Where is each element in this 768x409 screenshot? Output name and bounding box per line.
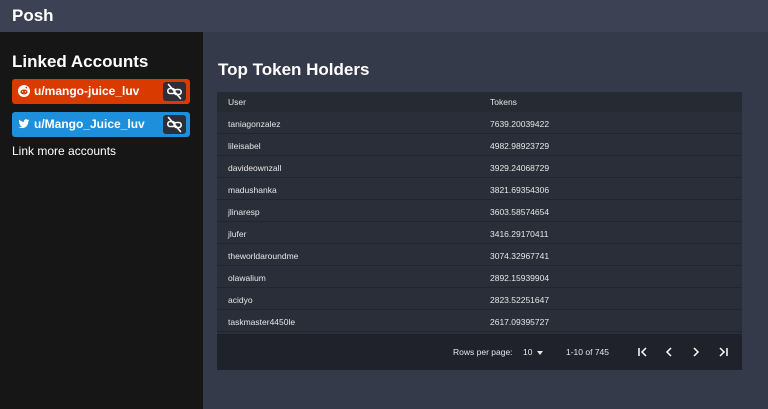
sidebar: Linked Accounts u/mango-juice_luv u/Mang… [0, 32, 203, 409]
unlink-icon [166, 83, 182, 100]
unlink-twitter-button[interactable] [163, 115, 186, 134]
next-page-icon [693, 347, 700, 357]
rows-per-page-select[interactable]: 10 [523, 345, 549, 359]
tokens-cell: 3603.58574654 [490, 207, 550, 217]
last-page-button[interactable] [715, 344, 731, 360]
table-row: davideownzall 3929.24068729 [217, 156, 742, 178]
app-title[interactable]: Posh [12, 6, 54, 26]
linked-accounts-heading: Linked Accounts [12, 52, 149, 71]
table-pagination: Rows per page: 10 1-10 of 745 [217, 334, 742, 370]
caret-down-icon [537, 351, 543, 355]
column-header-user[interactable]: User [228, 97, 246, 107]
user-cell: lileisabel [228, 141, 261, 151]
reddit-icon [18, 85, 30, 97]
user-cell: taskmaster4450le [228, 317, 296, 327]
user-cell: davideownzall [228, 163, 282, 173]
reddit-account-name: u/mango-juice_luv [34, 84, 140, 98]
rows-per-page-label: Rows per page: [453, 347, 513, 357]
tokens-cell: 2892.15939904 [490, 273, 550, 283]
first-page-button[interactable] [635, 344, 651, 360]
table-row: acidyo 2823.52251647 [217, 288, 742, 310]
twitter-account-name: u/Mango_Juice_luv [34, 117, 145, 131]
tokens-cell: 3074.32967741 [490, 251, 550, 261]
tokens-cell: 4982.98923729 [490, 141, 550, 151]
tokens-cell: 3416.29170411 [490, 229, 549, 239]
user-cell: jlufer [228, 229, 247, 239]
twitter-icon [18, 119, 30, 129]
user-cell: acidyo [228, 295, 253, 305]
table-row: taskmaster4450le 2617.09395727 [217, 310, 742, 332]
user-cell: olawalium [228, 273, 266, 283]
table-body: taniagonzalez 7639.20039422 lileisabel 498… [217, 112, 742, 332]
rows-per-page-value: 10 [523, 347, 533, 357]
tokens-cell: 3929.24068729 [490, 163, 550, 173]
column-header-tokens[interactable]: Tokens [490, 97, 517, 107]
tokens-cell: 7639.20039422 [490, 119, 550, 129]
table-row: jlufer 3416.29170411 [217, 222, 742, 244]
tokens-cell: 3821.69354306 [490, 185, 550, 195]
top-bar: Posh [0, 0, 768, 32]
table-row: taniagonzalez 7639.20039422 [217, 112, 742, 134]
link-more-accounts-link[interactable]: Link more accounts [12, 144, 116, 158]
table-header: User Tokens [217, 92, 742, 112]
tokens-cell: 2617.09395727 [490, 317, 550, 327]
last-page-icon [719, 347, 728, 357]
table-row: madushanka 3821.69354306 [217, 178, 742, 200]
user-cell: theworldaroundme [228, 251, 299, 261]
twitter-account-chip: u/Mango_Juice_luv [12, 112, 190, 137]
table-row: jlinaresp 3603.58574654 [217, 200, 742, 222]
first-page-icon [638, 347, 647, 357]
reddit-account-chip: u/mango-juice_luv [12, 79, 190, 104]
table-row: olawalium 2892.15939904 [217, 266, 742, 288]
user-cell: madushanka [228, 185, 277, 195]
user-cell: jlinaresp [228, 207, 260, 217]
unlink-icon [166, 116, 182, 133]
pagination-range: 1-10 of 745 [566, 347, 610, 357]
token-holders-table: User Tokens taniagonzalez 7639.20039422 l… [217, 92, 742, 370]
next-page-button[interactable] [688, 344, 704, 360]
previous-page-button[interactable] [661, 344, 677, 360]
tokens-cell: 2823.52251647 [490, 295, 550, 305]
table-row: theworldaroundme 3074.32967741 [217, 244, 742, 266]
table-row: lileisabel 4982.98923729 [217, 134, 742, 156]
page-title: Top Token Holders [218, 60, 370, 79]
user-cell: taniagonzalez [228, 119, 281, 129]
unlink-reddit-button[interactable] [163, 82, 186, 101]
prev-page-icon [665, 347, 672, 357]
